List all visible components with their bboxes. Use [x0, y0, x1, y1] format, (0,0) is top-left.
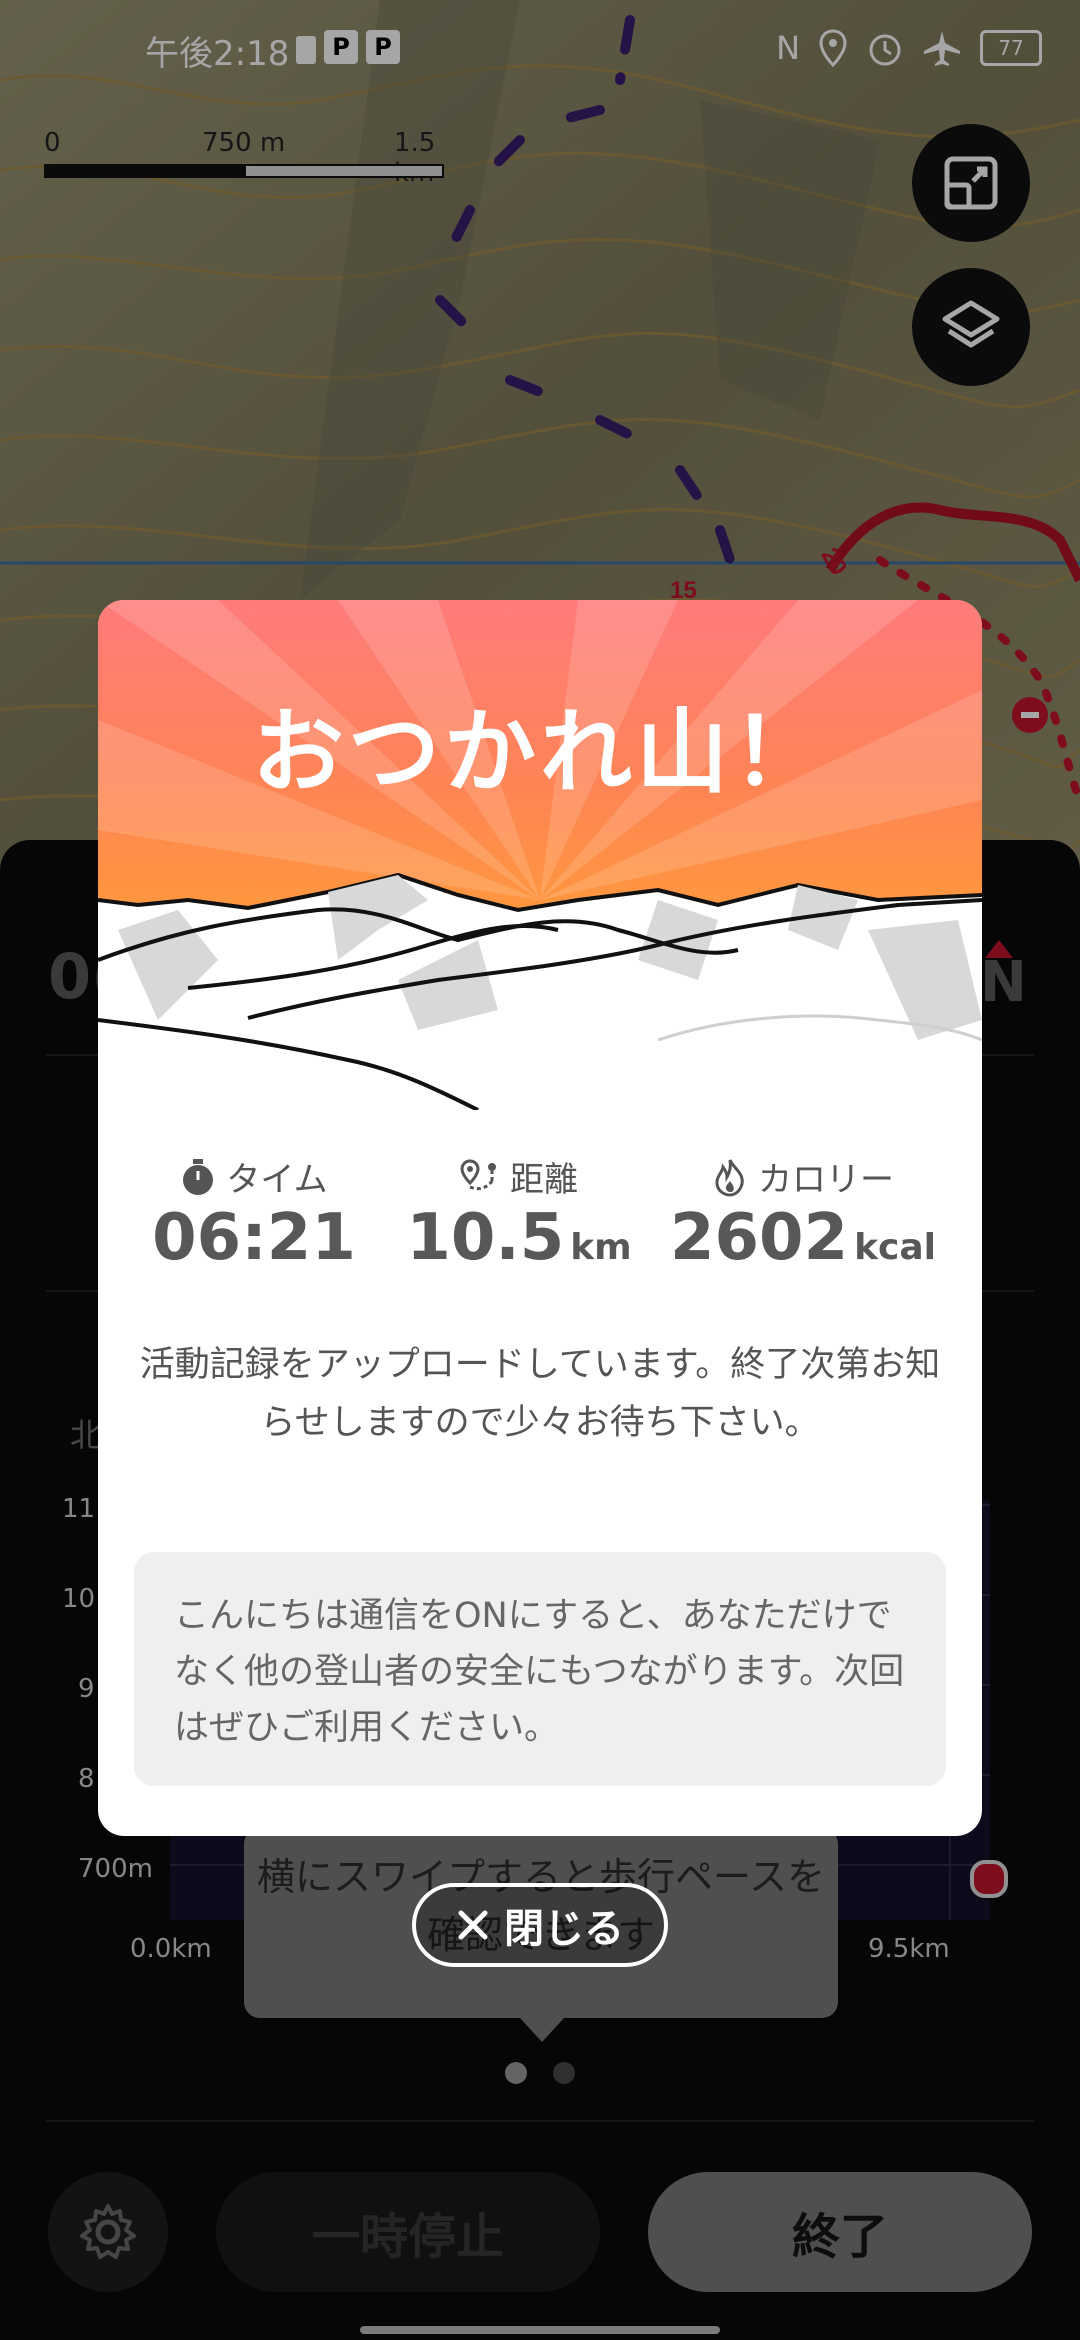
- stat-distance-value: 10.5: [406, 1201, 565, 1275]
- completion-dialog: おつかれ山！ タイム 06:21 距離 10.5 km カロリー 2602 kcal…: [98, 600, 982, 1836]
- stat-distance-label: 距離: [510, 1160, 578, 1200]
- dialog-title: おつかれ山！: [251, 699, 828, 806]
- network-tip-box: こんにちは通信をONにすると、あなただけでなく他の登山者の安全にもつながります。…: [134, 1552, 946, 1786]
- upload-status-message: 活動記録をアップロードしています。終了次第お知らせしますので少々お待ち下さい。: [139, 1345, 941, 1443]
- close-icon: [458, 1910, 488, 1940]
- close-button[interactable]: 閉じる: [412, 1883, 668, 1967]
- stat-distance: 距離 10.5 km: [404, 1152, 634, 1275]
- stat-calories-label: カロリー: [758, 1160, 894, 1200]
- stat-calories-unit: kcal: [854, 1227, 937, 1268]
- stat-time: タイム 06:21: [134, 1152, 374, 1275]
- flame-icon: [715, 1158, 744, 1197]
- stat-time-label: タイム: [226, 1160, 328, 1200]
- stat-time-value: 06:21: [152, 1201, 356, 1275]
- route-icon: [460, 1158, 496, 1190]
- stat-calories-value: 2602: [669, 1201, 849, 1275]
- stat-calories: カロリー 2602 kcal: [658, 1152, 948, 1275]
- stopwatch-icon: [183, 1158, 214, 1195]
- stat-distance-unit: km: [570, 1227, 632, 1268]
- dialog-header: [98, 600, 982, 1112]
- sunrise-mountains-illustration: [98, 600, 982, 1112]
- close-button-label: 閉じる: [504, 1906, 624, 1952]
